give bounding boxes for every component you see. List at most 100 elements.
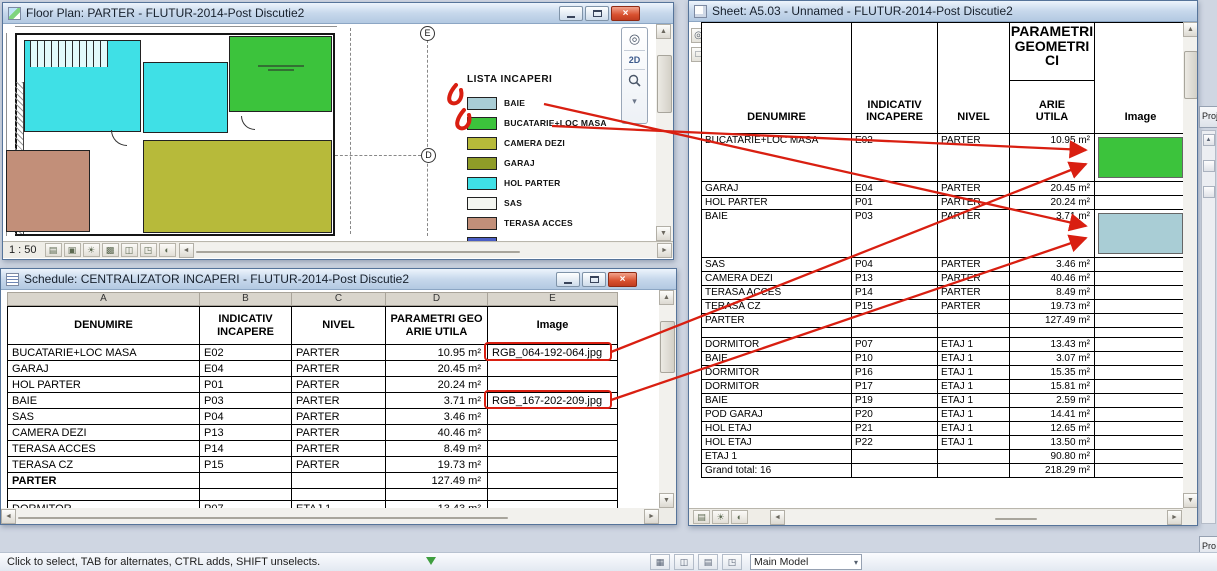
close-button[interactable]: ×: [608, 271, 637, 287]
floor-plan-canvas[interactable]: E D LISTA INCAPERI BAIE BUCATARIE+LOC MA…: [3, 24, 656, 241]
view-scale[interactable]: 1 : 50: [7, 244, 43, 256]
scroll-up-icon[interactable]: ▲: [1183, 22, 1197, 37]
cell-denumire[interactable]: SAS: [8, 409, 200, 425]
cell-denumire[interactable]: [8, 489, 200, 501]
cell-nivel[interactable]: [292, 473, 386, 489]
steering-wheel-icon[interactable]: ◎: [629, 32, 640, 46]
schedule-view[interactable]: A B C D E DENUMIRE INDICATIV INCAPERE NI…: [1, 290, 659, 508]
schedule-row[interactable]: GARAJ E04 PARTER 20.45 m²: [8, 361, 618, 377]
minimize-button[interactable]: [556, 271, 580, 287]
scroll-right-icon[interactable]: ►: [644, 508, 659, 524]
cell-image-filename[interactable]: [488, 473, 618, 489]
shadows-icon[interactable]: ▩: [101, 243, 119, 257]
cell-image-filename[interactable]: RGB_064-192-064.jpg: [488, 345, 618, 361]
zoom-icon[interactable]: [628, 74, 641, 90]
scroll-up-icon[interactable]: ▲: [1202, 134, 1215, 146]
schedule-row[interactable]: TERASA CZ P15 PARTER 19.73 m²: [8, 457, 618, 473]
schedule-row[interactable]: CAMERA DEZI P13 PARTER 40.46 m²: [8, 425, 618, 441]
scroll-left-icon[interactable]: ◄: [1, 508, 16, 524]
design-options-icon[interactable]: ◫: [674, 554, 694, 570]
cell-denumire[interactable]: CAMERA DEZI: [8, 425, 200, 441]
cell-indicativ[interactable]: P13: [200, 425, 292, 441]
cell-nivel[interactable]: PARTER: [292, 377, 386, 393]
cell-image-filename[interactable]: [488, 377, 618, 393]
maximize-button[interactable]: [582, 271, 606, 287]
cell-image-filename[interactable]: [488, 457, 618, 473]
detail-level-icon[interactable]: ▤: [44, 243, 62, 257]
cell-arie[interactable]: 8.49 m²: [386, 441, 488, 457]
scroll-right-icon[interactable]: ►: [1167, 509, 1182, 525]
cell-denumire[interactable]: GARAJ: [8, 361, 200, 377]
schedule-row[interactable]: HOL PARTER P01 PARTER 20.24 m²: [8, 377, 618, 393]
cell-denumire[interactable]: BAIE: [8, 393, 200, 409]
project-browser-tab[interactable]: Proj: [1199, 106, 1217, 128]
cell-arie[interactable]: 3.46 m²: [386, 409, 488, 425]
cell-nivel[interactable]: PARTER: [292, 361, 386, 377]
cell-image-filename[interactable]: [488, 361, 618, 377]
horizontal-scrollbar[interactable]: ◄ ►: [178, 242, 672, 258]
panel-button[interactable]: [1202, 160, 1215, 172]
cell-arie[interactable]: 13.43 m²: [386, 501, 488, 508]
scroll-track[interactable]: [656, 39, 673, 226]
scroll-thumb[interactable]: [18, 517, 508, 519]
scroll-thumb[interactable]: [995, 518, 1038, 520]
horizontal-scrollbar[interactable]: ◄ ►: [1, 508, 659, 524]
cell-arie[interactable]: 20.45 m²: [386, 361, 488, 377]
cell-nivel[interactable]: PARTER: [292, 393, 386, 409]
main-model-select[interactable]: Main Model ▾: [750, 554, 862, 570]
cell-nivel[interactable]: ETAJ 1: [292, 501, 386, 508]
filter-icon[interactable]: [426, 557, 436, 565]
scroll-thumb[interactable]: [660, 321, 675, 373]
cell-nivel[interactable]: PARTER: [292, 457, 386, 473]
schedule-row[interactable]: SAS P04 PARTER 3.46 m²: [8, 409, 618, 425]
scroll-thumb[interactable]: [195, 251, 520, 253]
cell-indicativ[interactable]: [200, 473, 292, 489]
cell-nivel[interactable]: PARTER: [292, 425, 386, 441]
column-letter[interactable]: D: [386, 293, 488, 305]
cell-image-filename[interactable]: [488, 409, 618, 425]
crop-view-icon[interactable]: ◫: [120, 243, 138, 257]
cell-arie[interactable]: 127.49 m²: [386, 473, 488, 489]
cell-nivel[interactable]: PARTER: [292, 345, 386, 361]
schedule-row[interactable]: DORMITOR P07 ETAJ 1 13.43 m²: [8, 501, 618, 508]
scroll-up-icon[interactable]: ▲: [656, 24, 671, 39]
schedule-row[interactable]: TERASA ACCES P14 PARTER 8.49 m²: [8, 441, 618, 457]
cell-indicativ[interactable]: P07: [200, 501, 292, 508]
sun-path-icon[interactable]: ☀: [712, 510, 729, 524]
editable-only-icon[interactable]: ◳: [722, 554, 742, 570]
chevron-down-icon[interactable]: ▾: [632, 94, 637, 108]
schedule-row[interactable]: PARTER 127.49 m²: [8, 473, 618, 489]
cell-image-filename[interactable]: RGB_167-202-209.jpg: [488, 393, 618, 409]
schedule-table[interactable]: DENUMIRE INDICATIV INCAPERE NIVEL PARAME…: [7, 306, 618, 508]
horizontal-scrollbar[interactable]: ◄ ►: [770, 509, 1182, 525]
scroll-thumb[interactable]: [657, 55, 672, 113]
column-letter[interactable]: B: [200, 293, 292, 305]
cell-indicativ[interactable]: E04: [200, 361, 292, 377]
cell-nivel[interactable]: [292, 489, 386, 501]
navigation-bar[interactable]: ◎ 2D ▾: [621, 27, 648, 124]
vertical-scrollbar[interactable]: ▲ ▼: [1183, 22, 1197, 508]
cell-denumire[interactable]: HOL PARTER: [8, 377, 200, 393]
scroll-track[interactable]: [659, 305, 676, 493]
crop-region-icon[interactable]: ◳: [139, 243, 157, 257]
scroll-up-icon[interactable]: ▲: [659, 290, 674, 305]
cell-indicativ[interactable]: P03: [200, 393, 292, 409]
cell-arie[interactable]: 40.46 m²: [386, 425, 488, 441]
cell-arie[interactable]: 10.95 m²: [386, 345, 488, 361]
temporary-hide-icon[interactable]: ◐: [731, 510, 748, 524]
scroll-left-icon[interactable]: ◄: [770, 509, 785, 525]
cell-nivel[interactable]: PARTER: [292, 441, 386, 457]
cell-nivel[interactable]: PARTER: [292, 409, 386, 425]
zoom-2d-icon[interactable]: 2D: [624, 50, 645, 70]
cell-arie[interactable]: 3.71 m²: [386, 393, 488, 409]
scroll-down-icon[interactable]: ▼: [1183, 493, 1197, 508]
column-letter-row[interactable]: A B C D E: [7, 292, 618, 306]
cell-arie[interactable]: 19.73 m²: [386, 457, 488, 473]
visual-style-icon[interactable]: ▣: [63, 243, 81, 257]
close-button[interactable]: ×: [611, 5, 640, 21]
scroll-right-icon[interactable]: ►: [657, 242, 672, 258]
panel-button[interactable]: [1202, 186, 1215, 198]
scroll-down-icon[interactable]: ▼: [659, 493, 674, 508]
schedule-row[interactable]: BUCATARIE+LOC MASA E02 PARTER 10.95 m² R…: [8, 345, 618, 361]
schedule-row[interactable]: BAIE P03 PARTER 3.71 m² RGB_167-202-209.…: [8, 393, 618, 409]
